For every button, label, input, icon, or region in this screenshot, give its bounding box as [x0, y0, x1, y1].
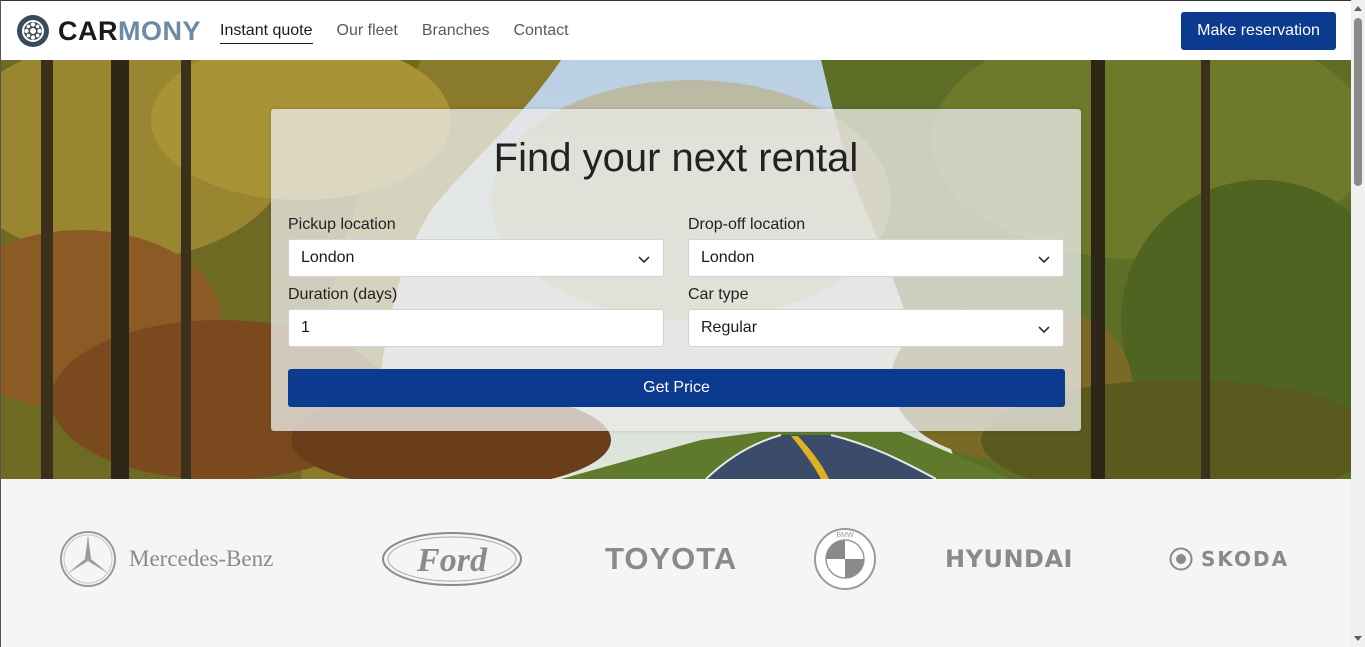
- bmw-roundel-logo: BMW: [814, 528, 876, 590]
- mercedes-wordmark: Mercedes-Benz: [129, 546, 274, 571]
- brand-ford: Ford: [381, 529, 523, 589]
- duration-value: 1: [301, 319, 310, 336]
- dropoff-select[interactable]: London: [688, 239, 1064, 277]
- brand-bmw: BMW: [813, 528, 877, 590]
- pickup-field: Pickup location London: [288, 215, 664, 277]
- browser-viewport: CARMONY Instant quote Our fleet Branches…: [0, 0, 1352, 647]
- car-type-label: Car type: [688, 286, 749, 303]
- logo-text-dark: CAR: [58, 16, 118, 46]
- ford-wordmark: Ford: [416, 542, 488, 579]
- scrollbar-thumb[interactable]: [1354, 18, 1362, 186]
- nav-branches[interactable]: Branches: [422, 20, 490, 44]
- skoda-wordmark: SKODA: [1201, 547, 1290, 571]
- mercedes-star-icon: [60, 531, 116, 587]
- site-header: CARMONY Instant quote Our fleet Branches…: [1, 0, 1352, 60]
- brand-mercedes: Mercedes-Benz: [59, 529, 289, 589]
- car-type-field: Car type Regular: [688, 285, 1064, 347]
- hyundai-wordmark: HYUNDAI: [945, 545, 1073, 573]
- duration-input[interactable]: 1: [288, 309, 664, 347]
- get-price-button[interactable]: Get Price: [288, 369, 1065, 407]
- bmw-wordmark: BMW: [836, 532, 854, 539]
- main-nav: Instant quote Our fleet Branches Contact: [220, 20, 569, 44]
- logo-text-accent: MONY: [118, 16, 201, 46]
- ford-oval-logo: Ford: [382, 532, 522, 586]
- brand-skoda: SKODA: [1169, 529, 1311, 589]
- skoda-emblem-icon: [1169, 547, 1193, 571]
- nav-contact[interactable]: Contact: [513, 20, 568, 44]
- pickup-value: London: [301, 249, 355, 266]
- scroll-down-arrow-icon[interactable]: [1354, 636, 1362, 641]
- nav-our-fleet[interactable]: Our fleet: [337, 20, 398, 44]
- site-logo[interactable]: CARMONY: [16, 14, 201, 48]
- quote-form-card: Find your next rental Pickup location Lo…: [271, 109, 1081, 431]
- make-reservation-button[interactable]: Make reservation: [1181, 12, 1336, 50]
- duration-field: Duration (days) 1: [288, 285, 664, 347]
- nav-instant-quote[interactable]: Instant quote: [220, 20, 313, 44]
- brand-logos-band: Mercedes-Benz Ford TOYOTA BMW HYUNDAI SK…: [1, 479, 1352, 647]
- scroll-up-arrow-icon[interactable]: [1354, 6, 1362, 11]
- chevron-down-icon: [1038, 326, 1050, 334]
- toyota-wordmark: TOYOTA: [605, 541, 738, 576]
- brand-hyundai: HYUNDAI: [945, 529, 1085, 589]
- dropoff-field: Drop-off location London: [688, 215, 1064, 277]
- page-scrollbar[interactable]: [1351, 0, 1365, 647]
- brand-toyota: TOYOTA: [605, 529, 751, 589]
- car-type-select[interactable]: Regular: [688, 309, 1064, 347]
- pickup-select[interactable]: London: [288, 239, 664, 277]
- logo-wordmark: CARMONY: [58, 14, 201, 48]
- chevron-down-icon: [638, 256, 650, 264]
- dropoff-label: Drop-off location: [688, 216, 806, 233]
- car-type-value: Regular: [701, 319, 758, 336]
- dropoff-value: London: [701, 249, 755, 266]
- duration-label: Duration (days): [288, 286, 398, 303]
- chevron-down-icon: [1038, 256, 1050, 264]
- form-title: Find your next rental: [493, 136, 859, 180]
- pickup-label: Pickup location: [288, 216, 396, 233]
- wheel-icon: [17, 15, 49, 47]
- hero-section: Find your next rental Pickup location Lo…: [1, 60, 1352, 479]
